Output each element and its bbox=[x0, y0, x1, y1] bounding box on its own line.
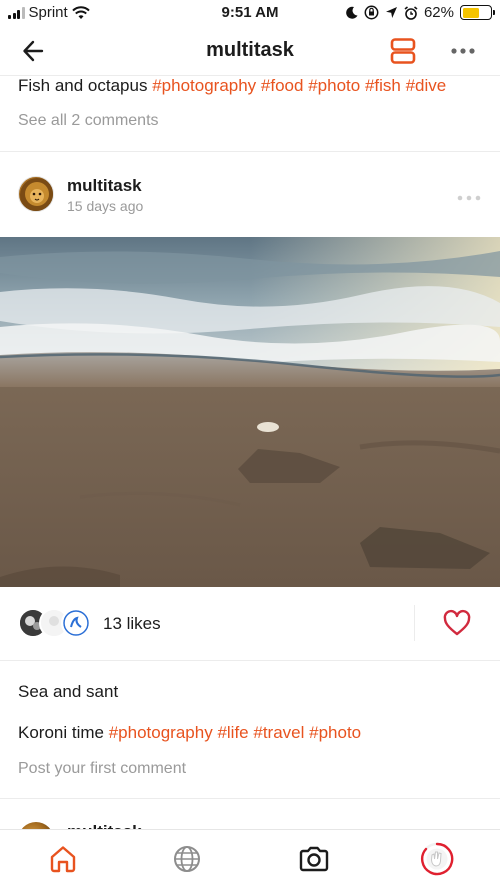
status-bar: Sprint 9:51 AM 62% bbox=[0, 0, 500, 26]
hashtag-link[interactable]: #travel bbox=[253, 723, 304, 742]
previous-post-caption: Fish and octapus #photography #food #pho… bbox=[18, 76, 446, 96]
post-first-comment-link[interactable]: Post your first comment bbox=[18, 760, 186, 778]
likes-count[interactable]: 13 likes bbox=[103, 614, 161, 634]
lion-avatar-image bbox=[20, 178, 53, 211]
profile-ring-icon bbox=[420, 842, 454, 876]
more-dots-icon bbox=[457, 195, 481, 201]
hashtag-link[interactable]: #food bbox=[261, 76, 304, 95]
post-photo[interactable] bbox=[0, 237, 500, 587]
hashtag-link[interactable]: #photo bbox=[308, 76, 360, 95]
liker-avatars[interactable] bbox=[18, 608, 98, 640]
tab-home[interactable] bbox=[46, 842, 80, 876]
see-all-comments-link[interactable]: See all 2 comments bbox=[18, 112, 159, 130]
beach-shoreline-photo bbox=[0, 237, 500, 587]
likes-divider bbox=[414, 605, 415, 641]
brand-logo-avatar bbox=[63, 610, 89, 636]
bottom-tab-bar bbox=[0, 829, 500, 889]
post-caption-text: Koroni time bbox=[18, 723, 104, 742]
post-username[interactable]: multitask bbox=[67, 176, 142, 196]
status-right: 62% bbox=[346, 4, 495, 21]
camera-icon bbox=[299, 846, 329, 872]
hashtag-link[interactable]: #dive bbox=[406, 76, 447, 95]
post-divider bbox=[0, 151, 500, 152]
header-more-button[interactable] bbox=[450, 43, 476, 59]
hashtag-link[interactable]: #photo bbox=[309, 723, 361, 742]
post-caption: Koroni time #photography #life #travel #… bbox=[18, 723, 361, 743]
battery-fill bbox=[462, 7, 480, 18]
post-more-button[interactable] bbox=[456, 190, 482, 201]
battery-percent: 62% bbox=[423, 4, 454, 21]
moon-icon bbox=[346, 6, 358, 19]
hashtag-link[interactable]: #photography bbox=[109, 723, 213, 742]
more-dots-icon bbox=[451, 48, 475, 54]
heart-icon bbox=[443, 609, 471, 636]
globe-icon bbox=[174, 846, 200, 872]
like-button[interactable] bbox=[442, 609, 472, 637]
post-divider bbox=[0, 798, 500, 799]
alarm-icon bbox=[404, 5, 418, 20]
tab-camera[interactable] bbox=[297, 842, 331, 876]
battery-icon bbox=[460, 5, 495, 20]
liker-avatar bbox=[61, 608, 91, 638]
page-title: multitask bbox=[206, 39, 294, 61]
back-button[interactable] bbox=[20, 37, 50, 65]
post-divider bbox=[0, 660, 500, 661]
home-icon bbox=[50, 846, 76, 873]
arrow-left-icon bbox=[23, 40, 44, 62]
tab-profile[interactable] bbox=[420, 842, 454, 876]
location-arrow-icon bbox=[385, 7, 397, 18]
post-caption-title: Sea and sant bbox=[18, 682, 119, 701]
orientation-lock-icon bbox=[364, 5, 379, 20]
post-timestamp: 15 days ago bbox=[67, 198, 144, 214]
top-nav-bar: multitask bbox=[0, 26, 500, 76]
previous-post-caption-text: Fish and octapus bbox=[18, 76, 148, 95]
hashtag-link[interactable]: #photography bbox=[152, 76, 256, 95]
layout-toggle-button[interactable] bbox=[389, 37, 417, 65]
stacked-layout-icon bbox=[390, 38, 416, 64]
avatar[interactable] bbox=[18, 176, 54, 212]
hashtag-link[interactable]: #life bbox=[217, 723, 248, 742]
hashtag-link[interactable]: #fish bbox=[365, 76, 401, 95]
tab-explore[interactable] bbox=[170, 842, 204, 876]
